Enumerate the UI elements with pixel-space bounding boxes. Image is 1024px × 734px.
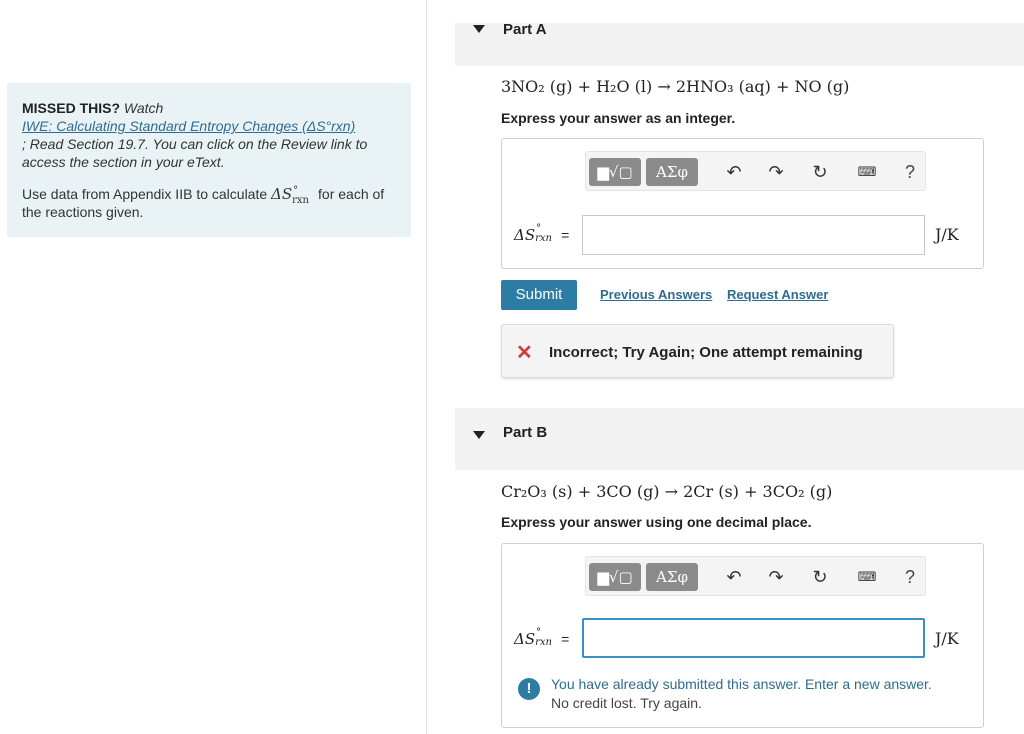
missed-label: MISSED THIS?	[22, 100, 121, 116]
part-a-header[interactable]: Part A	[455, 21, 1024, 66]
part-b-lhs: ΔS ° rxn =	[514, 627, 570, 648]
part-b-title: Part B	[503, 424, 548, 441]
part-b-header[interactable]: Part B	[455, 408, 1024, 470]
feedback-message: Incorrect; Try Again; One attempt remain…	[549, 344, 863, 361]
part-b-answer-input[interactable]	[582, 618, 925, 658]
info-exclamation-icon: !	[518, 678, 540, 700]
column-divider	[426, 0, 427, 734]
math-toolbar: ▆√▢ ΑΣφ ↶ ↷ ↻ ⌨ ?	[585, 556, 926, 596]
video-link[interactable]: IWE: Calculating Standard Entropy Change…	[22, 117, 397, 135]
undo-icon[interactable]: ↶	[722, 160, 746, 184]
part-b-equation: Cr₂O₃ (s) + 3CO (g) → 2Cr (s) + 3CO₂ (g)	[501, 482, 833, 501]
part-b-unit: J/K	[935, 629, 959, 648]
collapse-triangle-icon[interactable]	[473, 25, 485, 33]
part-a-answer-input[interactable]	[582, 215, 925, 255]
collapse-triangle-icon[interactable]	[473, 431, 485, 439]
instruction-delta-symbol: ΔS	[271, 185, 293, 203]
undo-icon[interactable]: ↶	[722, 565, 746, 589]
reset-icon[interactable]: ↻	[808, 160, 832, 184]
greek-symbols-button[interactable]: ΑΣφ	[646, 158, 698, 186]
watch-label: Watch	[123, 100, 164, 116]
part-a-instruction: Express your answer as an integer.	[501, 110, 736, 126]
math-toolbar: ▆√▢ ΑΣφ ↶ ↷ ↻ ⌨ ?	[585, 151, 926, 191]
notice-line-1: You have already submitted this answer. …	[551, 676, 932, 692]
part-b-answer-box: ▆√▢ ΑΣφ ↶ ↷ ↻ ⌨ ? ΔS ° rxn = J/K ! You have…	[501, 543, 984, 728]
read-section-text: ; Read Section 19.7. You can click on th…	[22, 136, 368, 170]
help-icon[interactable]: ?	[898, 565, 922, 589]
reset-icon[interactable]: ↻	[808, 565, 832, 589]
part-a-equation: 3NO₂ (g) + H₂O (l) → 2HNO₃ (aq) + NO (g)	[501, 77, 850, 96]
hint-instruction: Use data from Appendix IIB to calculate …	[22, 185, 397, 221]
part-b-instruction: Express your answer using one decimal pl…	[501, 514, 812, 530]
part-a-lhs: ΔS ° rxn =	[514, 223, 570, 244]
greek-symbols-button[interactable]: ΑΣφ	[646, 563, 698, 591]
keyboard-icon[interactable]: ⌨	[852, 160, 882, 184]
instruction-subsup: ° rxn	[292, 185, 310, 206]
instruction-before: Use data from Appendix IIB to calculate	[22, 186, 268, 202]
error-x-icon: ✕	[516, 342, 533, 364]
hint-panel: MISSED THIS? Watch IWE: Calculating Stan…	[7, 83, 411, 237]
missed-this-line: MISSED THIS? Watch	[22, 99, 397, 117]
part-a-title: Part A	[503, 21, 547, 38]
templates-button[interactable]: ▆√▢	[589, 158, 641, 186]
incorrect-feedback: ✕ Incorrect; Try Again; One attempt rema…	[501, 324, 894, 378]
keyboard-icon[interactable]: ⌨	[852, 565, 882, 589]
part-a-unit: J/K	[935, 225, 959, 244]
redo-icon[interactable]: ↷	[764, 160, 788, 184]
part-a-answer-box: ▆√▢ ΑΣφ ↶ ↷ ↻ ⌨ ? ΔS ° rxn = J/K	[501, 138, 984, 269]
request-answer-link[interactable]: Request Answer	[727, 287, 828, 302]
previous-answers-link[interactable]: Previous Answers	[600, 287, 712, 302]
help-icon[interactable]: ?	[898, 160, 922, 184]
notice-line-2: No credit lost. Try again.	[551, 695, 702, 711]
templates-button[interactable]: ▆√▢	[589, 563, 641, 591]
submit-button[interactable]: Submit	[501, 280, 577, 310]
redo-icon[interactable]: ↷	[764, 565, 788, 589]
